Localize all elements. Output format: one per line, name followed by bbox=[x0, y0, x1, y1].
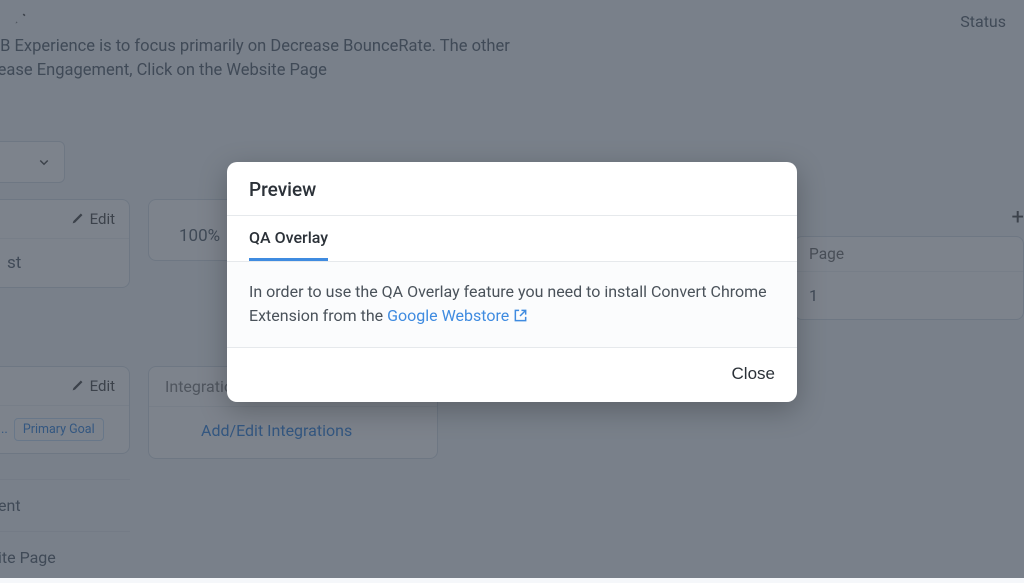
modal-header: Preview bbox=[227, 162, 797, 216]
google-webstore-link[interactable]: Google Webstore bbox=[387, 304, 528, 328]
close-button[interactable]: Close bbox=[732, 364, 775, 384]
preview-modal: Preview QA Overlay In order to use the Q… bbox=[227, 162, 797, 402]
modal-overlay[interactable]: Preview QA Overlay In order to use the Q… bbox=[0, 0, 1024, 578]
modal-body: In order to use the QA Overlay feature y… bbox=[227, 262, 797, 348]
modal-tabs: QA Overlay bbox=[227, 216, 797, 262]
tab-qa-overlay[interactable]: QA Overlay bbox=[249, 216, 328, 261]
external-link-icon bbox=[513, 308, 528, 323]
modal-footer: Close bbox=[227, 348, 797, 402]
modal-title: Preview bbox=[249, 178, 775, 201]
link-text: Google Webstore bbox=[387, 304, 509, 328]
